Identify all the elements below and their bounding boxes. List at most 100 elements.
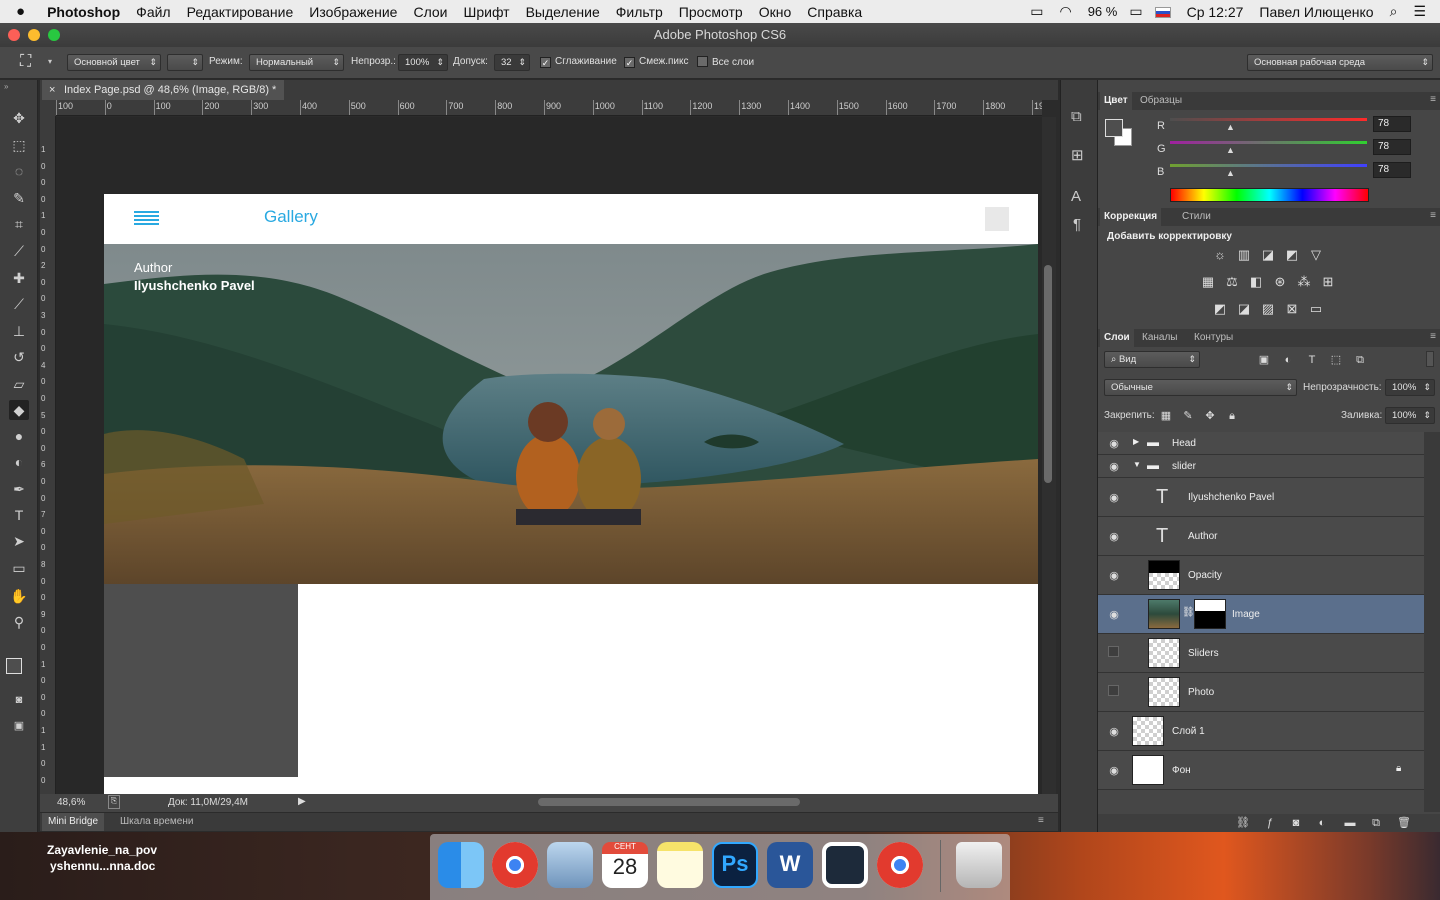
tab-layers[interactable]: Слои [1100,329,1134,347]
user-name[interactable]: Павел Илющенко [1251,4,1381,20]
crop-tool-icon[interactable]: ⌗ [9,214,29,234]
brush-tool-icon[interactable]: ⟋ [9,294,29,314]
visibility-off-box[interactable] [1108,646,1119,657]
quick-mask-icon[interactable]: ◙ [9,690,29,710]
foreground-color-chip[interactable] [1105,119,1123,137]
filter-toggle[interactable] [1426,351,1434,367]
vertical-scroll-thumb[interactable] [1044,265,1052,483]
battery-icon[interactable]: ▭ [1125,3,1146,20]
menu-image[interactable]: Изображение [301,4,405,20]
color-panel-menu-icon[interactable]: ≡ [1430,94,1436,105]
zoom-level[interactable]: 48,6% [57,797,85,808]
marquee-tool-icon[interactable]: ⬚ [9,135,29,155]
lock-transparency-icon[interactable]: ▦ [1158,409,1174,423]
antialias-checkbox[interactable]: ✓ Сглаживание [540,56,617,68]
layer-row-layer-1[interactable]: ◉ Слой 1 [1098,712,1424,751]
layer-row-background[interactable]: ◉ Фон 🔒︎ [1098,751,1424,790]
status-menu-arrow-icon[interactable]: ▶ [298,796,306,807]
visibility-off-box[interactable] [1108,685,1119,696]
tab-adjustments[interactable]: Коррекция [1100,208,1162,226]
tolerance-input[interactable]: 32 [494,54,530,71]
layers-scrollbar[interactable] [1424,432,1440,812]
wifi-icon[interactable]: ◠ [1051,3,1079,20]
eyedropper-tool-icon[interactable]: ⟋ [9,241,29,261]
move-tool-icon[interactable]: ✥ [9,108,29,128]
layer-row-head[interactable]: ◉ ▶ ▬ Head [1098,432,1424,455]
red-value-input[interactable]: 78 [1373,116,1411,132]
mask-link-icon[interactable]: ⛓ [1182,607,1195,618]
photo-filter-icon[interactable]: ⊛ [1272,275,1288,289]
gradient-map-icon[interactable]: ▭ [1308,302,1324,316]
tab-color[interactable]: Цвет [1100,92,1132,110]
layer-row-image[interactable]: ◉ ⛓ Image [1098,595,1424,634]
paint-bucket-tool-icon[interactable]: ⛶ [20,53,31,71]
history-panel-icon[interactable]: ⧉ [1071,108,1082,125]
delete-layer-icon[interactable]: 🗑︎ [1396,816,1412,830]
new-layer-icon[interactable]: ⧉ [1368,816,1384,830]
layer-row-slider[interactable]: ◉ ▼ ▬ slider [1098,455,1424,478]
blend-mode-select[interactable]: Обычные [1104,379,1297,396]
canvas-vertical-scrollbar[interactable] [1042,117,1056,794]
layer-row-photo[interactable]: Photo [1098,673,1424,712]
menu-file[interactable]: Файл [128,4,178,20]
adjustments-panel-menu-icon[interactable]: ≡ [1430,210,1436,221]
minimize-window-button[interactable] [28,29,40,41]
lock-pixels-icon[interactable]: ✎ [1180,409,1196,423]
visibility-eye-icon[interactable]: ◉ [1106,569,1122,582]
red-slider-handle-icon[interactable]: ▲ [1226,122,1235,132]
close-document-icon[interactable]: × [49,80,55,100]
clock[interactable]: Ср 12:27 [1179,4,1252,20]
history-brush-tool-icon[interactable]: ↺ [9,347,29,367]
character-panel-icon[interactable]: A [1071,188,1081,205]
tab-paths[interactable]: Контуры [1190,329,1237,347]
black-white-icon[interactable]: ◧ [1248,275,1264,289]
posterize-icon[interactable]: ◪ [1236,302,1252,316]
color-spectrum-bar[interactable] [1170,188,1369,202]
actions-panel-icon[interactable]: ⊞ [1071,146,1084,164]
new-adjustment-icon[interactable]: ◐ [1314,816,1330,830]
menu-layers[interactable]: Слои [405,4,455,20]
layer-style-fx-icon[interactable]: ƒ [1262,816,1278,830]
horizontal-scroll-thumb[interactable] [538,798,800,806]
channel-mixer-icon[interactable]: ⁂ [1296,275,1312,289]
fill-source-select[interactable]: Основной цвет [67,54,161,71]
dodge-tool-icon[interactable]: ◐ [9,452,29,472]
tab-timeline[interactable]: Шкала времени [114,813,199,831]
exposure-icon[interactable]: ◩ [1284,248,1300,262]
layer-row-opacity[interactable]: ◉ Opacity [1098,556,1424,595]
menu-window[interactable]: Окно [751,4,800,20]
filter-type-icon[interactable]: T [1304,353,1320,367]
all-layers-checkbox[interactable]: Все слои [697,56,754,68]
tab-mini-bridge[interactable]: Mini Bridge [42,813,105,831]
collapse-group-icon[interactable]: ▼ [1133,460,1141,469]
color-lookup-icon[interactable]: ⊞ [1320,275,1336,289]
visibility-eye-icon[interactable]: ◉ [1106,608,1122,621]
tab-styles[interactable]: Стили [1178,208,1215,226]
finder-icon[interactable] [438,842,484,888]
fill-input[interactable]: 100% [1385,407,1435,424]
battery-percent[interactable]: 96 % [1080,4,1126,19]
menu-edit[interactable]: Редактирование [179,4,302,20]
tab-channels[interactable]: Каналы [1138,329,1182,347]
healing-brush-tool-icon[interactable]: ✚ [9,268,29,288]
paint-bucket-tool-icon[interactable]: ◆ [9,400,29,420]
filter-adjustment-icon[interactable]: ◐ [1280,353,1296,367]
zoom-window-button[interactable] [48,29,60,41]
input-source-flag-icon[interactable] [1147,4,1179,20]
expand-group-icon[interactable]: ▶ [1133,437,1139,446]
menu-help[interactable]: Справка [799,4,870,20]
notification-center-icon[interactable]: ☰ [1405,3,1440,20]
desktop-file-label-line2[interactable]: yshennu...nna.doc [50,859,155,873]
paragraph-panel-icon[interactable]: ¶ [1073,216,1081,233]
pattern-picker[interactable] [167,54,203,71]
tool-preset-chevron-icon[interactable]: ▾ [48,57,52,66]
levels-icon[interactable]: ▥ [1236,248,1252,262]
layer-row-author[interactable]: ◉ T Author [1098,517,1424,556]
spotlight-search-icon[interactable]: ⌕ [1382,3,1406,20]
filter-pixel-icon[interactable]: ▣ [1256,353,1272,367]
app-menu[interactable]: Photoshop [43,4,128,20]
trash-icon[interactable] [956,842,1002,888]
photoshop-icon[interactable]: Ps [712,842,758,888]
path-select-tool-icon[interactable]: ➤ [9,531,29,551]
layer-filter-select[interactable]: ⌕ Вид [1104,351,1200,368]
